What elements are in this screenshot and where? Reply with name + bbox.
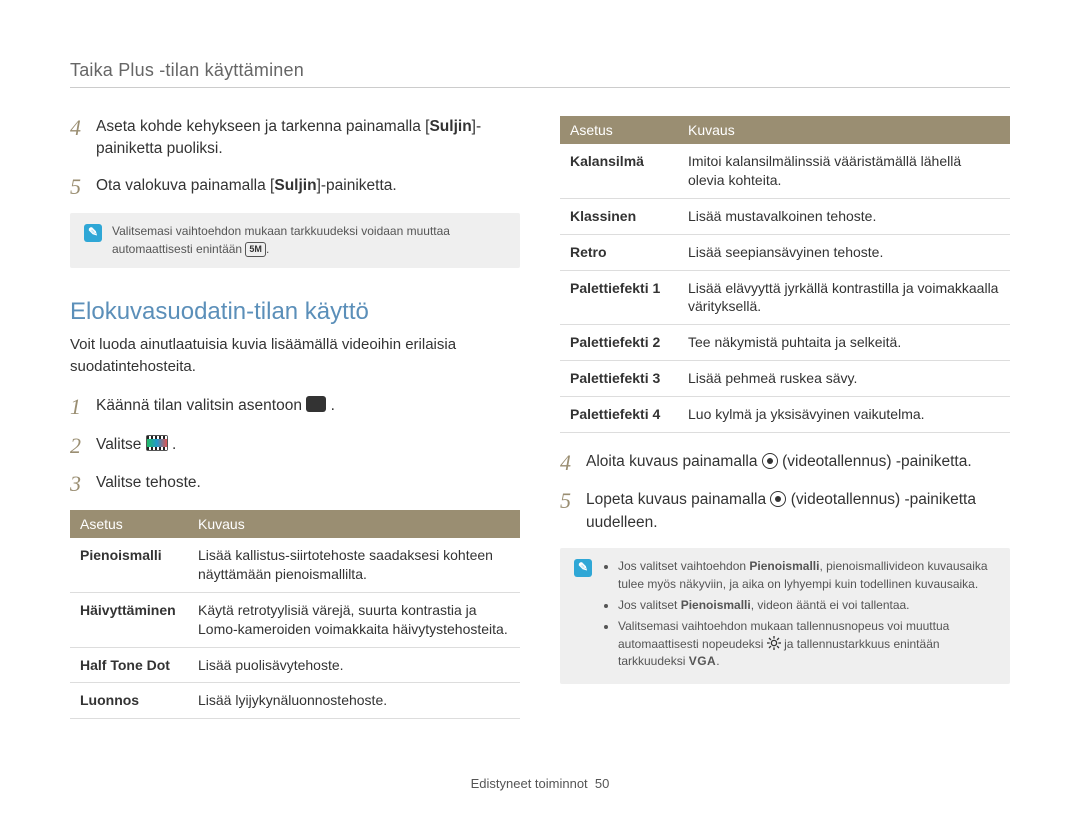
table-header-setting: Asetus [70,510,188,538]
option-desc: Lisää mustavalkoinen tehoste. [678,198,1010,234]
right-options-table: Asetus Kuvaus KalansilmäImitoi kalansilm… [560,116,1010,433]
note-box-2: ✎ Jos valitset vaihtoehdon Pienoismalli,… [560,548,1010,684]
step-number: 4 [560,451,576,475]
option-name: Klassinen [560,198,678,234]
step: 3 Valitse tehoste. [70,472,520,496]
left-options-table: Asetus Kuvaus PienoismalliLisää kallistu… [70,510,520,719]
option-name: Pienoismalli [70,538,188,592]
option-desc: Luo kylmä ja yksisävyinen vaikutelma. [678,397,1010,433]
option-desc: Lisää elävyyttä jyrkällä kontrastilla ja… [678,270,1010,325]
option-desc: Lisää seepiansävyinen tehoste. [678,234,1010,270]
step: 1 Käännä tilan valitsin asentoon . [70,395,520,419]
page-footer: Edistyneet toiminnot 50 [0,776,1080,791]
note-bullet: Jos valitset vaihtoehdon Pienoismalli, p… [618,558,996,593]
step-text: Valitse tehoste. [96,472,520,494]
note-bullet: Jos valitset Pienoismalli, videon ääntä … [618,597,996,614]
vga-icon: VGA [689,653,717,670]
table-row: Palettiefekti 4Luo kylmä ja yksisävyinen… [560,397,1010,433]
page-header: Taika Plus -tilan käyttäminen [70,60,1010,88]
table-row: PienoismalliLisää kallistus-siirtotehost… [70,538,520,592]
option-name: Palettiefekti 4 [560,397,678,433]
section-intro: Voit luoda ainutlaatuisia kuvia lisäämäl… [70,334,520,378]
note-body-1: Valitsemasi vaihtoehdon mukaan tarkkuude… [112,223,506,258]
option-name: Half Tone Dot [70,647,188,683]
note-icon: ✎ [84,224,102,242]
option-name: Palettiefekti 3 [560,361,678,397]
gear-icon [767,636,781,650]
table-row: Palettiefekti 2Tee näkymistä puhtaita ja… [560,325,1010,361]
step-number: 3 [70,472,86,496]
table-row: Palettiefekti 1Lisää elävyyttä jyrkällä … [560,270,1010,325]
table-row: KalansilmäImitoi kalansilmälinssiä vääri… [560,144,1010,198]
content-columns: 4 Aseta kohde kehykseen ja tarkenna paina… [70,116,1010,737]
film-strip-icon [146,435,168,451]
step-text: Aloita kuvaus painamalla (videotallennus… [586,451,1010,473]
step-text: Lopeta kuvaus painamalla (videotallennus… [586,489,1010,534]
option-name: Luonnos [70,683,188,719]
step-number: 5 [70,175,86,199]
option-name: Palettiefekti 2 [560,325,678,361]
note-icon: ✎ [574,559,592,577]
option-desc: Imitoi kalansilmälinssiä vääristämällä l… [678,144,1010,198]
option-desc: Tee näkymistä puhtaita ja selkeitä. [678,325,1010,361]
note-body-2: Jos valitset vaihtoehdon Pienoismalli, p… [602,558,996,674]
step: 4 Aloita kuvaus painamalla (videotallennu… [560,451,1010,475]
table-header-setting: Asetus [560,116,678,144]
option-name: Kalansilmä [560,144,678,198]
table-row: LuonnosLisää lyijykynäluonnostehoste. [70,683,520,719]
option-name: Palettiefekti 1 [560,270,678,325]
step-text: Aseta kohde kehykseen ja tarkenna painam… [96,116,520,161]
option-desc: Lisää lyijykynäluonnostehoste. [188,683,520,719]
table-row: HäivyttäminenKäytä retrotyylisiä värejä,… [70,592,520,647]
record-icon [770,491,786,507]
step: 5 Lopeta kuvaus painamalla (videotallennu… [560,489,1010,534]
step: 4 Aseta kohde kehykseen ja tarkenna paina… [70,116,520,161]
step-text: Käännä tilan valitsin asentoon . [96,395,520,417]
left-column: 4 Aseta kohde kehykseen ja tarkenna paina… [70,116,520,737]
note-box-1: ✎ Valitsemasi vaihtoehdon mukaan tarkkuu… [70,213,520,268]
table-row: KlassinenLisää mustavalkoinen tehoste. [560,198,1010,234]
option-name: Retro [560,234,678,270]
table-header-desc: Kuvaus [678,116,1010,144]
option-desc: Lisää kallistus-siirtotehoste saadaksesi… [188,538,520,592]
option-desc: Lisää puolisävytehoste. [188,647,520,683]
table-header-desc: Kuvaus [188,510,520,538]
table-row: Palettiefekti 3Lisää pehmeä ruskea sävy. [560,361,1010,397]
option-name: Häivyttäminen [70,592,188,647]
table-row: Half Tone DotLisää puolisävytehoste. [70,647,520,683]
option-desc: Käytä retrotyylisiä värejä, suurta kontr… [188,592,520,647]
record-icon [762,453,778,469]
section-title: Elokuvasuodatin-tilan käyttö [70,298,520,326]
step: 2 Valitse . [70,434,520,458]
step-number: 2 [70,434,86,458]
step-text: Ota valokuva painamalla [Suljin]-painike… [96,175,520,197]
right-column: Asetus Kuvaus KalansilmäImitoi kalansilm… [560,116,1010,737]
step: 5 Ota valokuva painamalla [Suljin]-painik… [70,175,520,199]
mode-dial-icon [306,396,326,412]
step-text: Valitse . [96,434,520,456]
step-number: 4 [70,116,86,140]
badge-5m-icon: 5M [245,242,266,257]
table-row: RetroLisää seepiansävyinen tehoste. [560,234,1010,270]
step-number: 5 [560,489,576,513]
option-desc: Lisää pehmeä ruskea sävy. [678,361,1010,397]
note-bullet: Valitsemasi vaihtoehdon mukaan tallennus… [618,618,996,670]
step-number: 1 [70,395,86,419]
